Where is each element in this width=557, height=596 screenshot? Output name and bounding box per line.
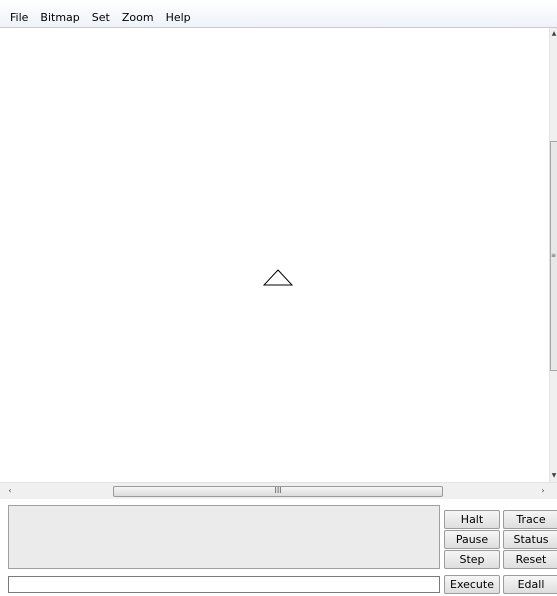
pause-button[interactable]: Pause [444, 530, 500, 549]
menu-file[interactable]: File [4, 11, 34, 25]
scroll-right-arrow-icon[interactable]: › [537, 486, 549, 495]
status-button[interactable]: Status [503, 530, 557, 549]
command-input[interactable] [8, 576, 440, 593]
menu-set[interactable]: Set [86, 11, 116, 25]
reset-button[interactable]: Reset [503, 550, 557, 569]
triangle-turtle-icon [263, 269, 293, 286]
trace-button[interactable]: Trace [503, 510, 557, 529]
scroll-down-arrow-icon[interactable]: ▼ [550, 472, 557, 480]
horizontal-grip-icon: III [274, 486, 282, 495]
halt-button[interactable]: Halt [444, 510, 500, 529]
edall-button[interactable]: Edall [503, 575, 557, 594]
execute-button[interactable]: Execute [444, 575, 500, 594]
horizontal-scrollbar[interactable]: ‹ III › [0, 482, 557, 499]
vertical-scrollbar[interactable]: ▲ ≡ ▼ [549, 28, 557, 482]
commander-panel: Halt Trace Pause Status Step Reset Execu… [0, 499, 557, 596]
scroll-up-arrow-icon[interactable]: ▲ [550, 30, 557, 38]
menu-zoom[interactable]: Zoom [116, 11, 160, 25]
menu-help[interactable]: Help [160, 11, 197, 25]
menu-bar: File Bitmap Set Zoom Help [0, 0, 557, 28]
command-history[interactable] [8, 505, 440, 569]
horizontal-scroll-thumb[interactable]: III [113, 486, 443, 497]
drawing-canvas[interactable] [0, 28, 549, 482]
vertical-grip-icon: ≡ [550, 252, 557, 259]
step-button[interactable]: Step [444, 550, 500, 569]
menu-bitmap[interactable]: Bitmap [34, 11, 85, 25]
scroll-left-arrow-icon[interactable]: ‹ [4, 486, 16, 495]
